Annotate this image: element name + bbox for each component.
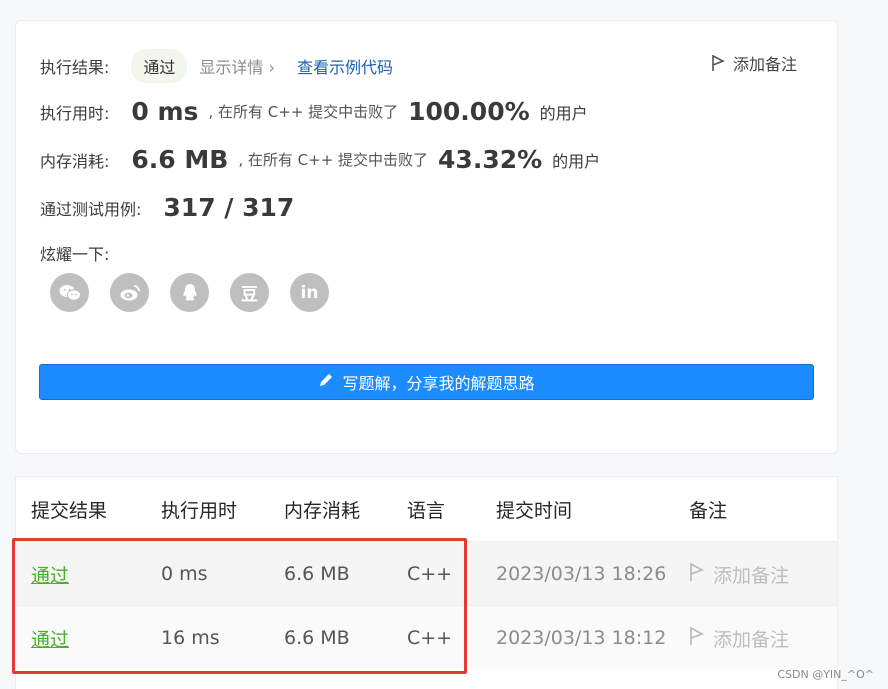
flag-icon	[689, 626, 705, 651]
tests-row: 通过测试用例: 317 / 317	[40, 193, 294, 222]
pencil-icon	[318, 372, 334, 392]
wechat-icon[interactable]	[50, 273, 89, 312]
header-language: 语言	[407, 499, 446, 522]
flag-icon	[711, 54, 725, 72]
runtime-row: 执行用时: 0 ms , 在所有 C++ 提交中击败了 100.00% 的用户	[40, 97, 588, 126]
tests-label: 通过测试用例:	[40, 199, 142, 219]
share-icons: 豆 in	[50, 273, 329, 312]
memory-percent: 43.32%	[438, 145, 543, 174]
add-note-button[interactable]: 添加备注	[689, 542, 789, 606]
share-label: 炫耀一下:	[40, 245, 110, 264]
time-cell: 2023/03/13 18:26	[496, 563, 667, 585]
write-solution-button[interactable]: 写题解，分享我的解题思路	[39, 364, 814, 400]
weibo-icon[interactable]	[110, 273, 149, 312]
add-note-button[interactable]: 添加备注	[689, 606, 789, 670]
language-cell: C++	[407, 563, 453, 585]
tests-value: 317 / 317	[163, 193, 295, 222]
result-link[interactable]: 通过	[31, 542, 69, 606]
submission-table: 提交结果 执行用时 内存消耗 语言 提交时间 备注 通过 0 ms 6.6 MB…	[15, 476, 838, 689]
header-time: 提交时间	[496, 499, 573, 522]
header-runtime: 执行用时	[161, 499, 238, 522]
result-link[interactable]: 通过	[31, 606, 69, 670]
language-cell: C++	[407, 627, 453, 649]
qq-icon[interactable]	[170, 273, 209, 312]
runtime-label: 执行用时:	[40, 103, 110, 123]
memory-value: 6.6 MB	[131, 145, 229, 174]
runtime-percent: 100.00%	[408, 97, 530, 126]
runtime-cell: 0 ms	[161, 563, 208, 585]
watermark: CSDN @YIN_^O^	[777, 668, 874, 681]
memory-cell: 6.6 MB	[284, 627, 350, 649]
share-row: 炫耀一下:	[40, 241, 109, 265]
status-badge: 通过	[131, 49, 188, 83]
table-row: 通过 16 ms 6.6 MB C++ 2023/03/13 18:12 添加备…	[16, 605, 837, 669]
douban-icon[interactable]: 豆	[230, 273, 269, 312]
result-row: 执行结果: 通过 显示详情 › 查看示例代码	[40, 49, 393, 83]
runtime-value: 0 ms	[131, 97, 199, 126]
linkedin-icon[interactable]: in	[290, 273, 329, 312]
result-card: 执行结果: 通过 显示详情 › 查看示例代码 添加备注 执行用时: 0 ms ,…	[15, 20, 838, 454]
add-note-button[interactable]: 添加备注	[711, 51, 797, 75]
memory-row: 内存消耗: 6.6 MB , 在所有 C++ 提交中击败了 43.32% 的用户	[40, 145, 601, 174]
header-note: 备注	[689, 499, 728, 522]
header-memory: 内存消耗	[284, 499, 361, 522]
time-cell: 2023/03/13 18:12	[496, 627, 667, 649]
header-result: 提交结果	[31, 499, 108, 522]
flag-icon	[689, 562, 705, 587]
show-details-link[interactable]: 显示详情 ›	[199, 54, 275, 78]
memory-label: 内存消耗:	[40, 151, 110, 171]
result-label: 执行结果:	[40, 58, 110, 77]
runtime-cell: 16 ms	[161, 627, 220, 649]
table-header: 提交结果 执行用时 内存消耗 语言 提交时间 备注	[16, 477, 837, 541]
table-row: 通过 0 ms 6.6 MB C++ 2023/03/13 18:26 添加备注	[16, 541, 837, 605]
memory-cell: 6.6 MB	[284, 563, 350, 585]
example-code-link[interactable]: 查看示例代码	[297, 54, 393, 78]
